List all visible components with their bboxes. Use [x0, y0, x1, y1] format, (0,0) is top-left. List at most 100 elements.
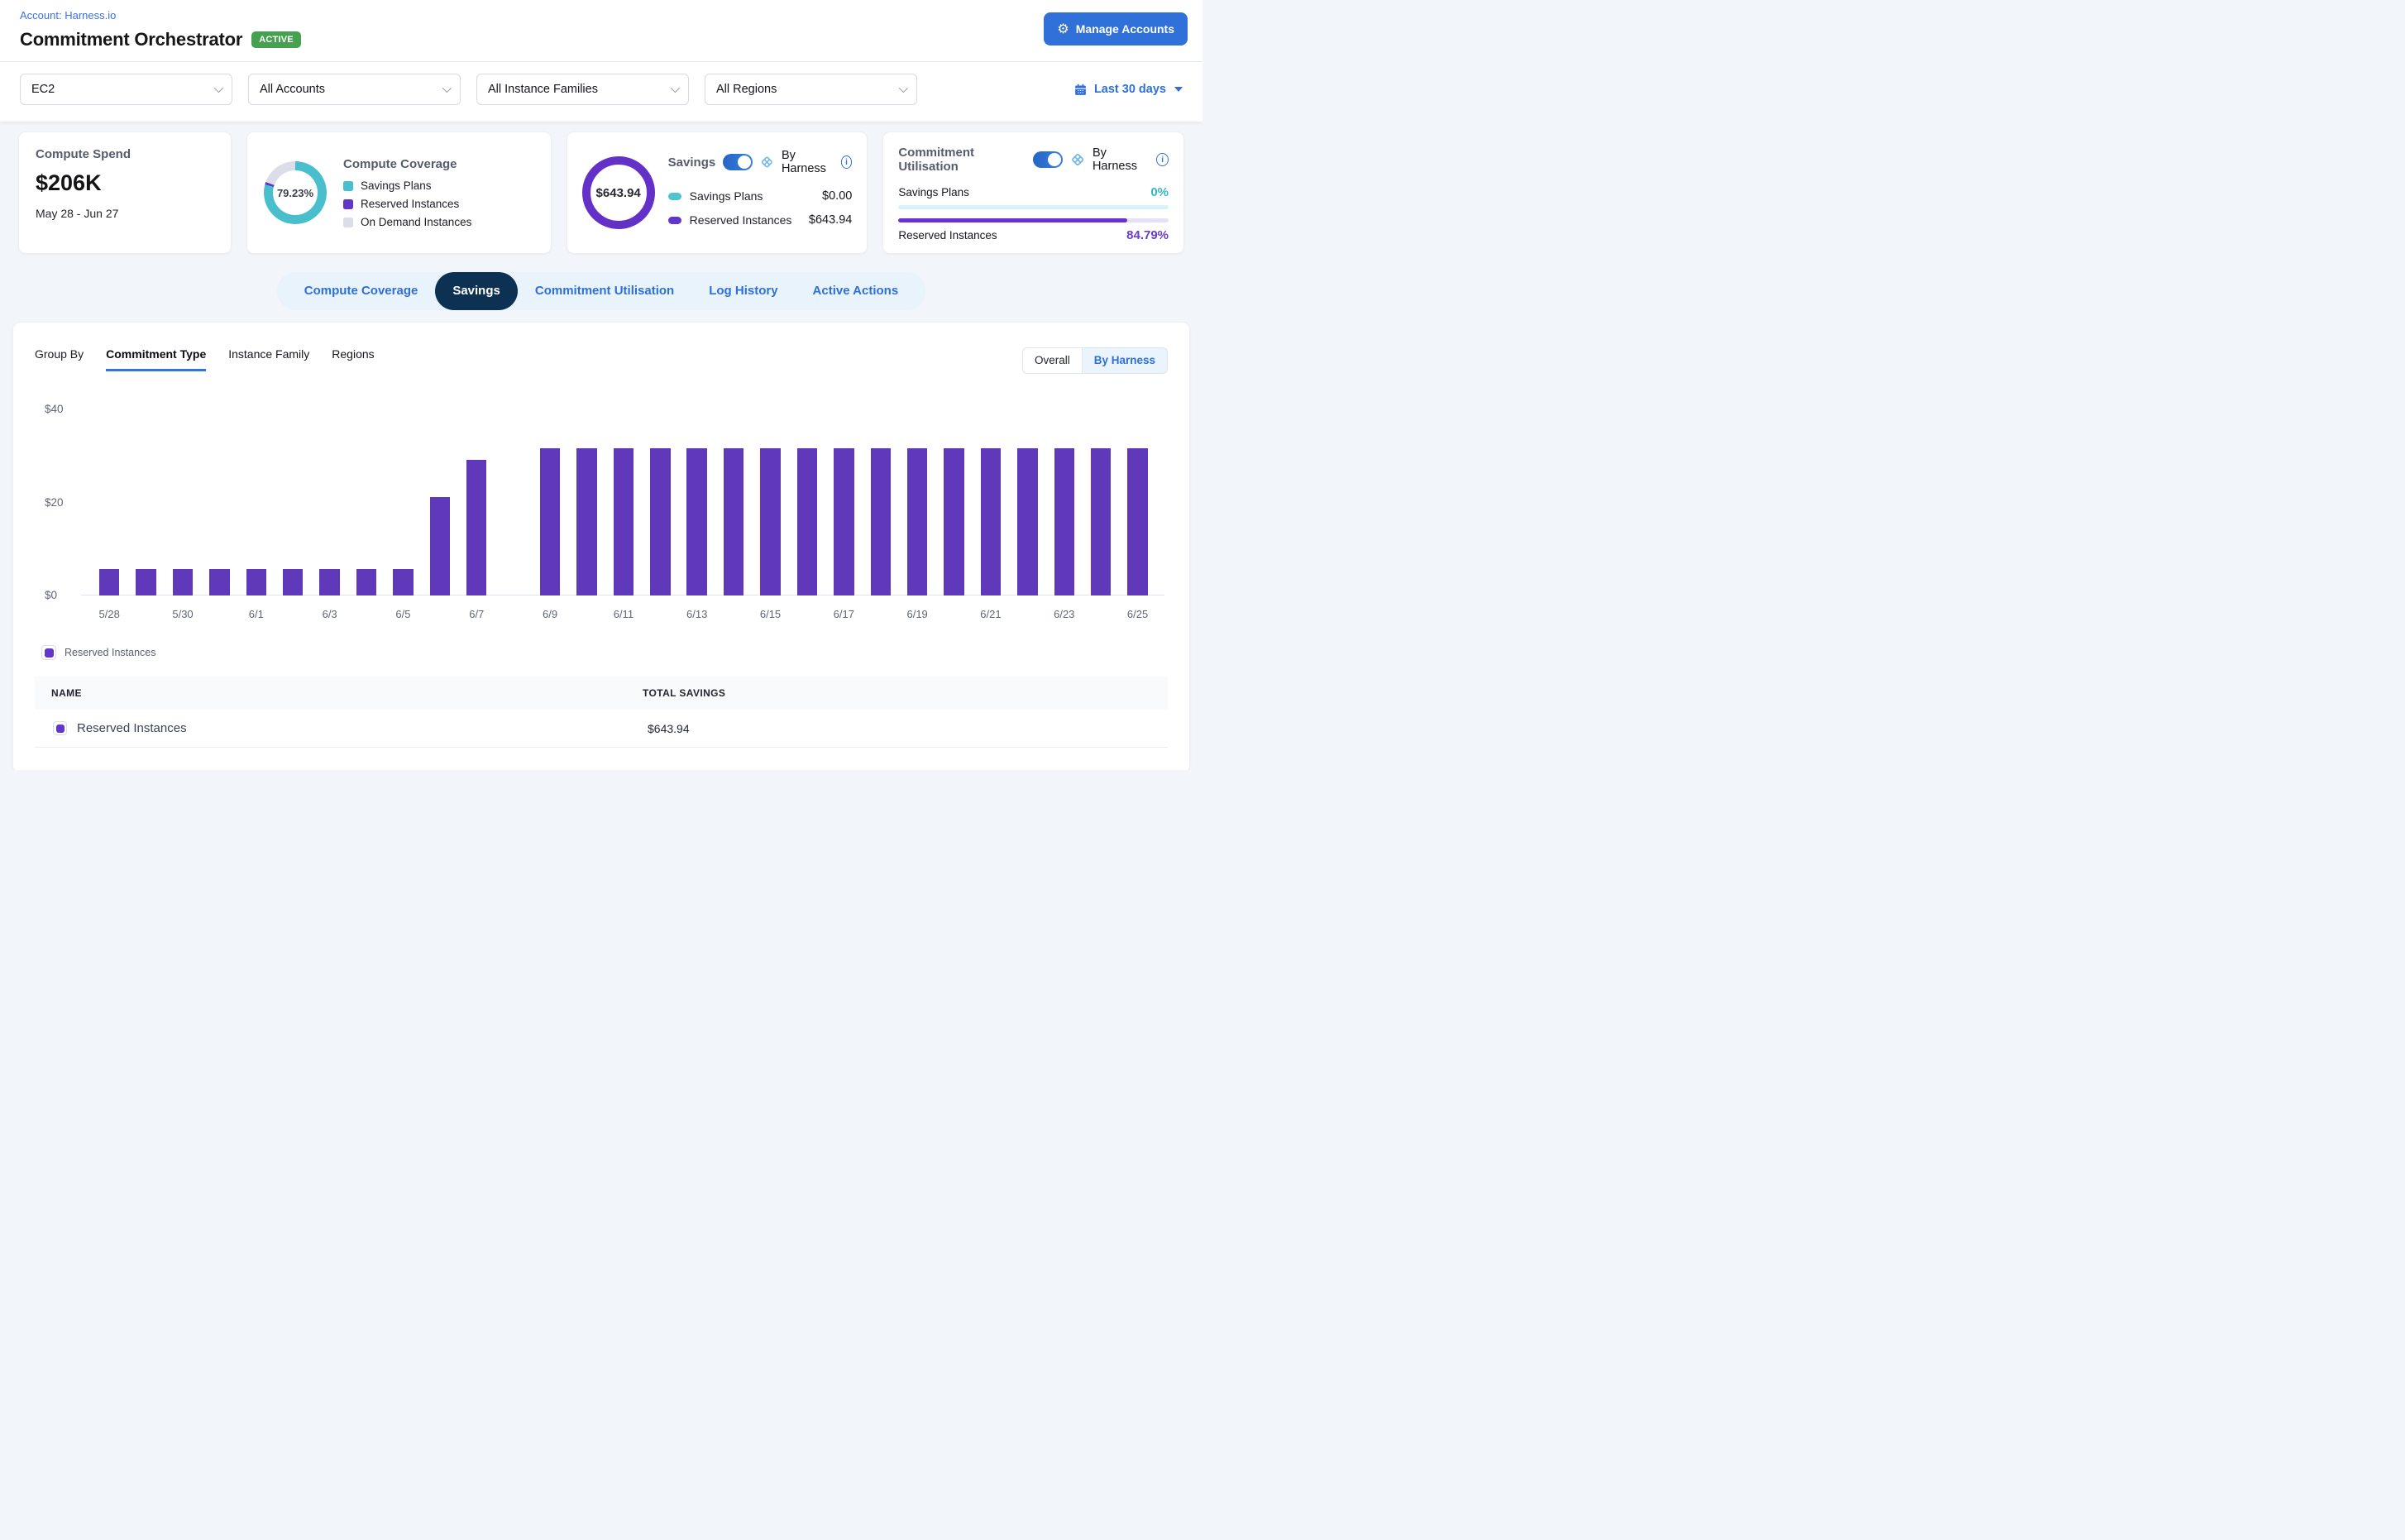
tab-compute-coverage[interactable]: Compute Coverage — [287, 272, 436, 310]
bar-6/16[interactable] — [797, 448, 817, 595]
bar-6/24[interactable] — [1091, 448, 1111, 595]
bar-6/18[interactable] — [871, 448, 891, 595]
x-tick — [1009, 608, 1045, 620]
view-overall[interactable]: Overall — [1023, 348, 1083, 373]
legend-item-savings-plans: Savings Plans — [343, 179, 534, 192]
bar-6/23[interactable] — [1054, 448, 1074, 595]
bar-6/7[interactable] — [466, 460, 486, 595]
bar-6/17[interactable] — [834, 448, 853, 595]
tab-log-history[interactable]: Log History — [691, 272, 795, 310]
savings-card: $643.94 Savings By Harnes — [567, 132, 868, 254]
account-link[interactable]: Account: Harness.io — [20, 9, 116, 22]
bar-5/30[interactable] — [173, 569, 193, 595]
bar-6/21[interactable] — [981, 448, 1001, 595]
ri-utilisation-value: 84.79% — [1126, 228, 1169, 242]
harness-logo-icon — [1070, 151, 1085, 168]
compute-spend-value: $206K — [36, 170, 214, 196]
bar-6/5[interactable] — [393, 569, 413, 595]
sp-utilisation-label: Savings Plans — [898, 186, 969, 198]
x-tick — [935, 608, 972, 620]
x-tick — [568, 608, 605, 620]
status-badge: ACTIVE — [251, 31, 301, 48]
compute-spend-period: May 28 - Jun 27 — [36, 207, 214, 220]
bar-6/12[interactable] — [650, 448, 670, 595]
bar-6/19[interactable] — [907, 448, 927, 595]
bar-6/15[interactable] — [760, 448, 780, 595]
instance-families-select[interactable]: All Instance Families — [476, 74, 689, 105]
sp-utilisation-bar — [898, 205, 1169, 209]
manage-accounts-button[interactable]: ⚙ Manage Accounts — [1044, 12, 1188, 45]
bar-6/10[interactable] — [576, 448, 596, 595]
legend-label: Reserved Instances — [65, 647, 155, 658]
row-total-savings: $643.94 — [641, 722, 690, 735]
bar-6/20[interactable] — [944, 448, 963, 595]
row-label: Savings Plans — [690, 189, 814, 203]
tab-active-actions[interactable]: Active Actions — [796, 272, 916, 310]
page-header: Account: Harness.io Commitment Orchestra… — [0, 0, 1202, 62]
by-harness-toggle[interactable] — [723, 154, 753, 170]
service-select[interactable]: EC2 — [20, 74, 232, 105]
x-tick: 6/17 — [825, 608, 862, 620]
col-total-savings: TOTAL SAVINGS — [641, 687, 725, 699]
bar-5/28[interactable] — [99, 569, 119, 595]
x-tick: 6/25 — [1119, 608, 1155, 620]
row-swatch — [53, 721, 67, 735]
group-by-commitment-type[interactable]: Commitment Type — [106, 347, 206, 371]
bar-6/9[interactable] — [540, 448, 560, 595]
bar-6/3[interactable] — [319, 569, 339, 595]
by-harness-toggle[interactable] — [1033, 151, 1063, 168]
bar-6/14[interactable] — [724, 448, 743, 595]
bar-6/2[interactable] — [283, 569, 303, 595]
legend-label: Savings Plans — [361, 179, 432, 192]
x-tick: 6/9 — [532, 608, 568, 620]
x-tick: 5/30 — [165, 608, 201, 620]
compute-spend-card: Compute Spend $206K May 28 - Jun 27 — [18, 132, 232, 254]
tab-savings[interactable]: Savings — [435, 272, 518, 310]
group-by-label: Group By — [35, 347, 84, 361]
bar-5/29[interactable] — [136, 569, 155, 595]
savings-plans-swatch — [668, 193, 681, 200]
bar-6/6[interactable] — [430, 497, 450, 595]
x-tick: 6/21 — [973, 608, 1009, 620]
bar-6/11[interactable] — [614, 448, 634, 595]
info-icon[interactable]: i — [1156, 153, 1169, 166]
bar-6/13[interactable] — [686, 448, 706, 595]
col-name: NAME — [35, 687, 641, 699]
regions-select-value: All Regions — [716, 83, 777, 96]
bar-6/1[interactable] — [246, 569, 266, 595]
savings-table: NAME TOTAL SAVINGS Reserved Instances $6… — [35, 677, 1168, 748]
ri-utilisation-label: Reserved Instances — [898, 229, 997, 242]
legend-checkbox — [41, 645, 56, 660]
bar-5/31[interactable] — [209, 569, 229, 595]
sp-utilisation-value: 0% — [1150, 185, 1169, 199]
x-tick — [201, 608, 237, 620]
instance-families-select-value: All Instance Families — [488, 83, 598, 96]
regions-select[interactable]: All Regions — [705, 74, 917, 105]
chart-legend-reserved-instances[interactable]: Reserved Instances — [41, 645, 1168, 660]
compute-coverage-card: 79.23% Compute Coverage Savings Plans Re… — [246, 132, 552, 254]
date-range-picker[interactable]: Last 30 days — [1073, 83, 1183, 97]
caret-down-icon — [1174, 87, 1183, 92]
accounts-select[interactable]: All Accounts — [248, 74, 461, 105]
group-by-regions[interactable]: Regions — [332, 347, 374, 369]
bar-chart-x-labels: 5/285/306/16/36/56/76/96/116/136/156/176… — [91, 608, 1156, 620]
bar-6/25[interactable] — [1127, 448, 1147, 595]
group-by-instance-family[interactable]: Instance Family — [228, 347, 309, 369]
summary-cards: Compute Spend $206K May 28 - Jun 27 79.2… — [18, 132, 1184, 254]
bar-6/4[interactable] — [356, 569, 376, 595]
bar-chart-bars — [91, 409, 1156, 595]
legend-label: Reserved Instances — [361, 198, 459, 210]
section-tabs: Compute Coverage Savings Commitment Util… — [277, 272, 925, 310]
legend-item-on-demand: On Demand Instances — [343, 216, 534, 228]
x-tick: 6/5 — [385, 608, 421, 620]
service-select-value: EC2 — [31, 83, 55, 96]
savings-panel: Group By Commitment Type Instance Family… — [12, 322, 1190, 770]
tab-commitment-utilisation[interactable]: Commitment Utilisation — [518, 272, 691, 310]
info-icon[interactable]: i — [841, 155, 853, 169]
bar-6/22[interactable] — [1017, 448, 1037, 595]
x-tick — [863, 608, 899, 620]
view-by-harness[interactable]: By Harness — [1083, 348, 1167, 373]
x-tick — [715, 608, 752, 620]
ri-utilisation-bar — [898, 218, 1169, 222]
row-value: $0.00 — [822, 189, 852, 203]
